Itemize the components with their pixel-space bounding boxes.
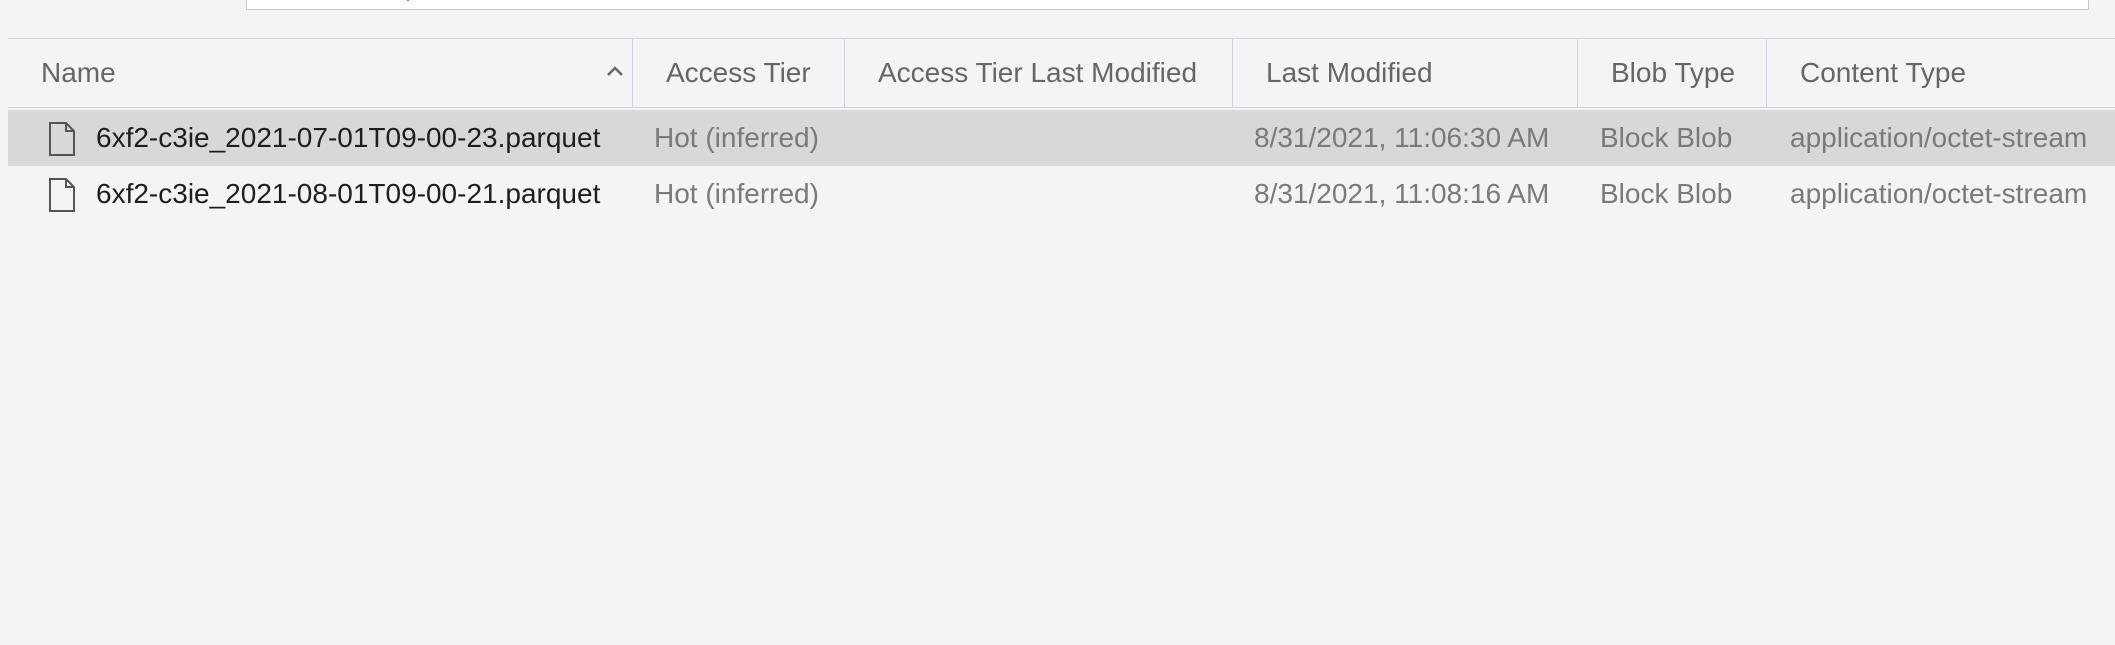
text-caret bbox=[407, 0, 409, 1]
cell-access-tier: Hot (inferred) bbox=[654, 178, 819, 209]
file-icon bbox=[49, 122, 75, 156]
cell-content-type: application/octet-stream bbox=[1790, 178, 2088, 209]
column-header-access-tier[interactable]: Access Tier bbox=[666, 39, 842, 107]
column-header-blob-type-label: Blob Type bbox=[1611, 57, 1736, 88]
sort-ascending-icon[interactable] bbox=[604, 61, 626, 83]
table-row[interactable]: 6xf2-c3ie_2021-08-01T09-00-21.parquet Ho… bbox=[8, 166, 2115, 222]
empty-list-area[interactable] bbox=[8, 222, 2115, 645]
cell-blob-type: Block Blob bbox=[1600, 122, 1733, 153]
cell-name[interactable]: 6xf2-c3ie_2021-08-01T09-00-21.parquet bbox=[96, 166, 600, 222]
column-separator[interactable] bbox=[1577, 39, 1578, 107]
column-header-name[interactable]: Name bbox=[41, 39, 637, 107]
cell-name[interactable]: 6xf2-c3ie_2021-07-01T09-00-23.parquet bbox=[96, 110, 600, 166]
column-header-blob-type[interactable]: Blob Type bbox=[1611, 39, 1761, 107]
column-separator[interactable] bbox=[1232, 39, 1233, 107]
column-header-row: Name Access Tier Access Tier Last Modifi… bbox=[8, 39, 2115, 108]
file-icon bbox=[49, 178, 75, 212]
column-header-access-tier-last-modified-label: Access Tier Last Modified bbox=[878, 57, 1198, 88]
table-row[interactable]: 6xf2-c3ie_2021-07-01T09-00-23.parquet Ho… bbox=[8, 110, 2115, 166]
cell-content-type: application/octet-stream bbox=[1790, 122, 2088, 153]
column-separator[interactable] bbox=[844, 39, 845, 107]
cell-blob-type: Block Blob bbox=[1600, 178, 1733, 209]
cell-last-modified: 8/31/2021, 11:08:16 AM bbox=[1254, 178, 1550, 209]
column-separator[interactable] bbox=[1766, 39, 1767, 107]
column-header-content-type-label: Content Type bbox=[1800, 57, 1967, 88]
cell-last-modified: 8/31/2021, 11:06:30 AM bbox=[1254, 122, 1550, 153]
column-separator[interactable] bbox=[632, 39, 633, 107]
column-header-last-modified-label: Last Modified bbox=[1266, 57, 1433, 88]
column-header-name-label: Name bbox=[41, 57, 116, 88]
column-header-access-tier-label: Access Tier bbox=[666, 57, 811, 88]
column-header-access-tier-last-modified[interactable]: Access Tier Last Modified bbox=[878, 39, 1238, 107]
blob-list-view: Name Access Tier Access Tier Last Modifi… bbox=[0, 0, 2115, 645]
address-bar[interactable] bbox=[246, 0, 2089, 10]
cell-access-tier: Hot (inferred) bbox=[654, 122, 819, 153]
column-header-last-modified[interactable]: Last Modified bbox=[1266, 39, 1576, 107]
column-header-content-type[interactable]: Content Type bbox=[1800, 39, 2100, 107]
